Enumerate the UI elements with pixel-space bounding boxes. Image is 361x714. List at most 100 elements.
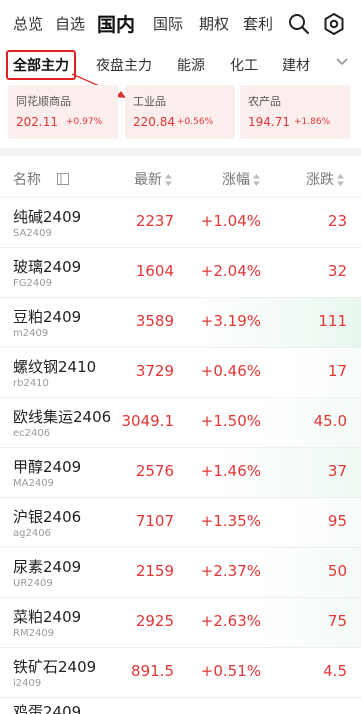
row-code: FG2409 (13, 278, 52, 289)
tab-arbitrage[interactable]: 套利 (243, 13, 273, 34)
row-price: 3589 (135, 312, 174, 330)
index-change: +0.97% (66, 117, 103, 127)
row-change: 95 (327, 512, 347, 530)
table-row[interactable]: 豆粕2409 m2409 3589 +3.19% 111 (0, 298, 361, 348)
row-pct: +2.63% (200, 612, 261, 630)
table-row[interactable]: 铁矿石2409 i2409 891.5 +0.51% 4.5 (0, 648, 361, 698)
row-name: 沪银2406 (13, 508, 82, 526)
row-name: 鸡蛋2409 (13, 703, 82, 714)
row-pct: +1.35% (200, 512, 261, 530)
table-row[interactable]: 纯碱2409 SA2409 2237 +1.04% 23 (0, 198, 361, 248)
row-code: rb2410 (13, 378, 49, 389)
row-name: 纯碱2409 (13, 208, 82, 226)
row-name: 甲醇2409 (13, 458, 82, 476)
header-change[interactable]: 涨跌 (306, 169, 344, 189)
tab-overview[interactable]: 总览 (13, 13, 43, 34)
row-pct: +1.04% (200, 212, 261, 230)
row-change: 4.5 (323, 662, 347, 680)
row-change: 75 (327, 612, 347, 630)
search-icon[interactable] (287, 12, 311, 36)
row-price: 2159 (135, 562, 174, 580)
table-row[interactable]: 螺纹钢2410 rb2410 3729 +0.46% 17 (0, 348, 361, 398)
tab-international[interactable]: 国际 (153, 13, 183, 34)
subtab-all-main[interactable]: 全部主力 (6, 50, 76, 80)
index-change: +1.86% (294, 117, 331, 127)
row-code: i2409 (13, 678, 42, 689)
row-price: 7107 (135, 512, 174, 530)
sort-icon (337, 174, 344, 186)
row-pct: +0.51% (200, 662, 261, 680)
sort-icon (165, 174, 172, 186)
index-name: 同花顺商品 (16, 95, 71, 108)
row-pct: +2.37% (200, 562, 261, 580)
row-pct: +2.04% (200, 262, 261, 280)
row-price: 1604 (135, 262, 174, 280)
header-name: 名称 (13, 169, 41, 189)
row-code: ec2406 (13, 428, 51, 439)
gear-icon[interactable] (322, 12, 346, 36)
table-row[interactable]: 欧线集运2406 ec2406 3049.1 +1.50% 45.0 (0, 398, 361, 448)
row-name: 菜粕2409 (13, 608, 82, 626)
top-nav: 总览 自选 国内 国际 期权 套利 (0, 0, 361, 48)
header-change-label: 涨跌 (306, 172, 334, 188)
row-pct: +1.50% (200, 412, 261, 430)
tab-options[interactable]: 期权 (199, 13, 229, 34)
subtab-chemical[interactable]: 化工 (230, 55, 258, 75)
row-pct: +0.46% (200, 362, 261, 380)
row-code: MA2409 (13, 478, 54, 489)
table-row[interactable]: 甲醇2409 MA2409 2576 +1.46% 37 (0, 448, 361, 498)
row-code: SA2409 (13, 228, 52, 239)
table-header: 名称 最新 涨幅 涨跌 (0, 160, 361, 197)
row-code: m2409 (13, 328, 49, 339)
row-code: RM2409 (13, 628, 55, 639)
row-price: 891.5 (131, 662, 174, 680)
index-cards: 同花顺商品 202.11 +0.97% 工业品 220.84 +0.56% 农产… (0, 85, 361, 143)
row-change: 23 (327, 212, 347, 230)
index-name: 农产品 (248, 95, 281, 108)
index-price: 194.71 (248, 115, 290, 129)
row-pct: +3.19% (200, 312, 261, 330)
row-change: 17 (327, 362, 347, 380)
index-card-industrial[interactable]: 工业品 220.84 +0.56% (125, 85, 235, 139)
table-row[interactable]: 尿素2409 UR2409 2159 +2.37% 50 (0, 548, 361, 598)
row-change: 32 (327, 262, 347, 280)
index-card-agricultural[interactable]: 农产品 194.71 +1.86% (240, 85, 350, 139)
index-change: +0.56% (177, 117, 214, 127)
row-price: 2925 (135, 612, 174, 630)
row-code: UR2409 (13, 578, 53, 589)
index-name: 工业品 (133, 95, 166, 108)
subtab-building[interactable]: 建材 (282, 55, 310, 75)
row-name: 螺纹钢2410 (13, 358, 97, 376)
row-pct: +1.46% (200, 462, 261, 480)
chevron-down-icon[interactable] (335, 54, 349, 68)
row-price: 2576 (135, 462, 174, 480)
sort-icon (253, 174, 260, 186)
index-card-ths-commodity[interactable]: 同花顺商品 202.11 +0.97% (8, 85, 118, 139)
table-row[interactable]: 玻璃2409 FG2409 1604 +2.04% 32 (0, 248, 361, 298)
row-name: 玻璃2409 (13, 258, 82, 276)
tab-watchlist[interactable]: 自选 (55, 13, 85, 34)
row-price: 3049.1 (121, 412, 175, 430)
table-row[interactable]: 菜粕2409 RM2409 2925 +2.63% 75 (0, 598, 361, 648)
header-latest-label: 最新 (134, 172, 162, 188)
header-name-label: 名称 (13, 172, 41, 188)
row-name: 欧线集运2406 (13, 408, 112, 426)
row-price: 2237 (135, 212, 174, 230)
row-code: ag2406 (13, 528, 51, 539)
header-pct[interactable]: 涨幅 (222, 169, 260, 189)
index-price: 220.84 (133, 115, 175, 129)
tab-domestic[interactable]: 国内 (97, 10, 135, 37)
column-settings-icon[interactable] (56, 171, 70, 185)
header-latest[interactable]: 最新 (134, 169, 172, 189)
row-name: 尿素2409 (13, 558, 82, 576)
row-change: 45.0 (313, 412, 347, 430)
index-price: 202.11 (16, 115, 58, 129)
row-name: 铁矿石2409 (13, 658, 97, 676)
table-row[interactable]: 沪银2406 ag2406 7107 +1.35% 95 (0, 498, 361, 548)
row-change: 111 (318, 312, 347, 330)
row-price: 3729 (135, 362, 174, 380)
row-name: 豆粕2409 (13, 308, 82, 326)
subtab-energy[interactable]: 能源 (177, 55, 205, 75)
table-row-partial[interactable]: 鸡蛋2409 (0, 697, 361, 714)
row-change: 37 (327, 462, 347, 480)
